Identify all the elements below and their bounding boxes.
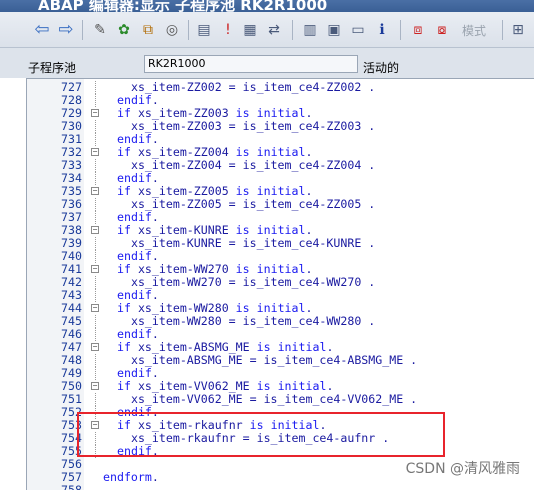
code-text: endif.: [117, 444, 159, 458]
fold-toggle-icon[interactable]: −: [91, 343, 99, 351]
fold-toggle-icon[interactable]: −: [91, 187, 99, 195]
program-pool-label: 子程序池: [28, 61, 77, 75]
indent-guide: [95, 406, 96, 419]
code-line[interactable]: 745 xs_item-WW280 = is_item_ce4-WW280 .: [27, 315, 534, 328]
help-icon[interactable]: ▭: [348, 20, 368, 40]
code-line[interactable]: 758: [27, 484, 534, 490]
fold-toggle-icon[interactable]: −: [91, 226, 99, 234]
display-change-icon[interactable]: ▣: [324, 20, 344, 40]
fold-toggle-icon[interactable]: −: [91, 421, 99, 429]
code-line[interactable]: 739 xs_item-KUNRE = is_item_ce4-KUNRE .: [27, 237, 534, 250]
status-text: 活动的: [363, 61, 400, 75]
toolbar-separator: [502, 20, 503, 40]
title-bar: ABAP 编辑器:显示 子程序池 RK2R1000: [0, 0, 534, 12]
hierarchy-icon[interactable]: ▥: [300, 20, 320, 40]
more-icon[interactable]: ⊞: [508, 20, 528, 40]
code-line[interactable]: 733 xs_item-ZZ004 = is_item_ce4-ZZ004 .: [27, 159, 534, 172]
code-text: endform.: [103, 470, 159, 484]
code-text: xs_item-ABSMG_ME = is_item_ce4-ABSMG_ME …: [117, 353, 418, 367]
indent-guide: [95, 276, 96, 289]
external-breakpoint-icon[interactable]: ⧇: [432, 20, 452, 40]
info-box-icon[interactable]: ℹ: [372, 20, 392, 40]
code-text: xs_item-VV062_ME = is_item_ce4-VV062_ME …: [117, 392, 418, 406]
fold-toggle-icon[interactable]: −: [91, 109, 99, 117]
toolbar-separator: [188, 20, 189, 40]
indent-guide: [95, 315, 96, 328]
info-icon[interactable]: ǃ: [218, 20, 238, 40]
code-editor[interactable]: 727 xs_item-ZZ002 = is_item_ce4-ZZ002 . 7…: [26, 78, 534, 490]
indent-guide: [95, 172, 96, 185]
code-line[interactable]: 751 xs_item-VV062_ME = is_item_ce4-VV062…: [27, 393, 534, 406]
toolbar-separator: [292, 20, 293, 40]
indent-guide: [95, 432, 96, 445]
indent-guide: [95, 120, 96, 133]
application-toolbar: ⇦ ⇨ ✎ ✿ ⧉ ◎ ▤ ǃ ▦ ⇄ ▥ ▣ ▭ ℹ ⧈ ⧇ 模式 ⊞: [0, 12, 534, 48]
indent-guide: [95, 328, 96, 341]
indent-guide: [95, 367, 96, 380]
indent-guide: [95, 393, 96, 406]
where-used-icon[interactable]: ◎: [162, 20, 182, 40]
fold-toggle-icon[interactable]: −: [91, 265, 99, 273]
line-number: 758: [61, 483, 82, 490]
indent-guide: [95, 354, 96, 367]
forward-arrow-icon[interactable]: ⇨: [56, 20, 76, 40]
program-name-field[interactable]: RK2R1000: [144, 55, 358, 73]
indent-guide: [95, 133, 96, 146]
code-line[interactable]: 736 xs_item-ZZ005 = is_item_ce4-ZZ005 .: [27, 198, 534, 211]
code-line[interactable]: 754 xs_item-rkaufnr = is_item_ce4-aufnr …: [27, 432, 534, 445]
indent-guide: [95, 237, 96, 250]
program-field-strip: 子程序池 RK2R1000 活动的: [0, 48, 534, 78]
code-line[interactable]: 730 xs_item-ZZ003 = is_item_ce4-ZZ003 .: [27, 120, 534, 133]
indent-guide: [95, 250, 96, 263]
watermark: CSDN @清风雅雨: [405, 458, 520, 478]
activate-icon[interactable]: ⧉: [138, 20, 158, 40]
toolbar-separator: [82, 20, 83, 40]
fold-toggle-icon[interactable]: −: [91, 148, 99, 156]
insert-statement-icon[interactable]: ▦: [240, 20, 260, 40]
breakpoint-icon[interactable]: ⧈: [408, 20, 428, 40]
window-title: ABAP 编辑器:显示 子程序池 RK2R1000: [38, 0, 328, 12]
code-line[interactable]: 742 xs_item-WW270 = is_item_ce4-WW270 .: [27, 276, 534, 289]
display-object-list-icon[interactable]: ▤: [194, 20, 214, 40]
other-object-icon[interactable]: ✿: [114, 20, 134, 40]
indent-guide: [95, 289, 96, 302]
mode-label[interactable]: 模式: [462, 22, 486, 39]
indent-guide: [95, 198, 96, 211]
code-line[interactable]: 727 xs_item-ZZ002 = is_item_ce4-ZZ002 .: [27, 81, 534, 94]
indent-guide: [95, 211, 96, 224]
toolbar-separator: [400, 20, 401, 40]
pattern-icon[interactable]: ⇄: [264, 20, 284, 40]
back-arrow-icon[interactable]: ⇦: [32, 20, 52, 40]
indent-guide: [95, 159, 96, 172]
indent-guide: [95, 81, 96, 94]
indent-guide: [95, 94, 96, 107]
indent-guide: [95, 445, 96, 458]
code-line[interactable]: 755 endif.: [27, 445, 534, 458]
fold-toggle-icon[interactable]: −: [91, 382, 99, 390]
code-line[interactable]: 748 xs_item-ABSMG_ME = is_item_ce4-ABSMG…: [27, 354, 534, 367]
fold-toggle-icon[interactable]: −: [91, 304, 99, 312]
check-syntax-icon[interactable]: ✎: [90, 20, 110, 40]
code-lines: 727 xs_item-ZZ002 = is_item_ce4-ZZ002 . 7…: [27, 81, 534, 490]
